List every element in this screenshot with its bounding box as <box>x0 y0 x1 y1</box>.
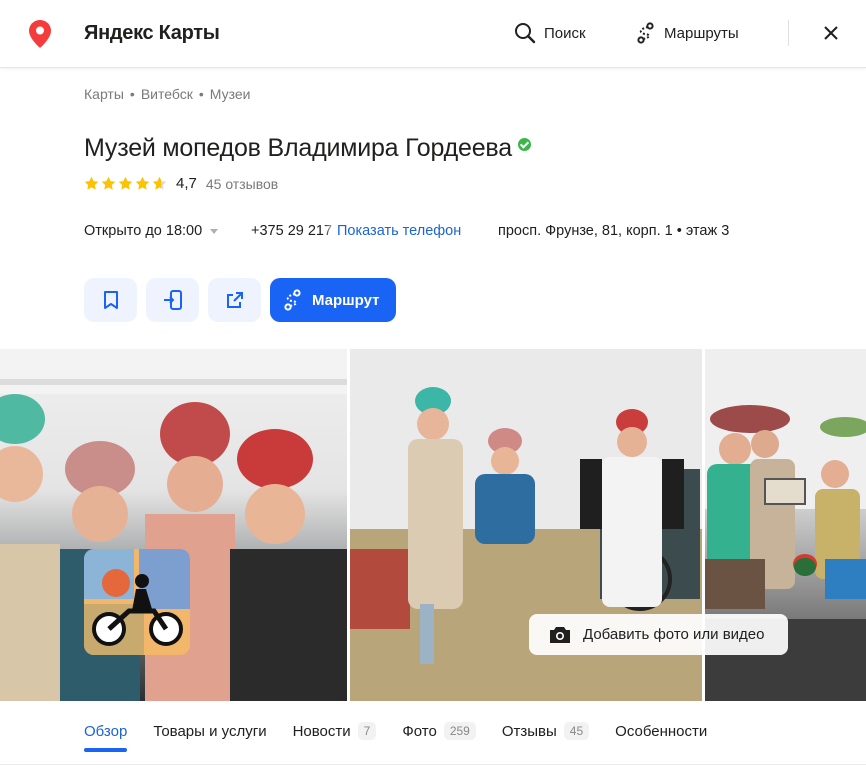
star-icon <box>101 176 116 190</box>
search-label: Поиск <box>544 24 586 42</box>
breadcrumb-item-category[interactable]: Музеи <box>210 86 251 102</box>
tab-label: Товары и услуги <box>153 722 267 740</box>
tab-label: Отзывы <box>501 722 557 740</box>
action-buttons: Маршрут <box>84 278 396 322</box>
tab-label: Обзор <box>84 722 128 740</box>
tab-bar: Обзор Товары и услуги Новости 7 Фото 259… <box>84 717 733 752</box>
search-icon <box>515 23 536 44</box>
app-title[interactable]: Яндекс Карты <box>84 22 220 45</box>
share-button[interactable] <box>208 278 261 322</box>
rating-row[interactable]: 4,7 45 отзывов <box>84 175 278 192</box>
tab-label: Особенности <box>615 722 708 740</box>
map-pin-icon[interactable] <box>28 20 52 48</box>
star-icon <box>118 176 133 190</box>
breadcrumb-separator: • <box>198 86 204 102</box>
share-icon <box>226 292 243 308</box>
rating-value: 4,7 <box>176 175 197 192</box>
bookmark-button[interactable] <box>84 278 137 322</box>
top-header: Яндекс Карты Поиск Маршруты <box>0 0 866 68</box>
reviews-count-link[interactable]: 45 отзывов <box>206 176 278 192</box>
routes-button[interactable]: Маршруты <box>635 20 739 46</box>
send-to-phone-button[interactable] <box>146 278 199 322</box>
tab-reviews[interactable]: Отзывы 45 <box>501 717 590 745</box>
bookmark-icon <box>103 291 118 309</box>
routes-label: Маршруты <box>664 24 739 42</box>
info-row: Открыто до 18:00 +375 29 217 Показать те… <box>84 223 844 243</box>
routes-icon <box>637 22 654 44</box>
verified-badge-icon <box>517 138 531 151</box>
tab-news[interactable]: Новости 7 <box>293 717 377 745</box>
tabs-divider <box>0 764 866 765</box>
tab-label: Новости <box>292 722 351 740</box>
tab-products-services[interactable]: Товары и услуги <box>153 717 266 745</box>
breadcrumb-separator: • <box>129 86 135 102</box>
tab-photos[interactable]: Фото 259 <box>402 717 476 745</box>
add-photo-label: Добавить фото или видео <box>583 626 765 643</box>
search-button[interactable]: Поиск <box>514 20 586 46</box>
phone-number-partial: +375 29 217 <box>251 223 333 239</box>
star-icon <box>84 176 99 190</box>
route-button-label: Маршрут <box>312 291 380 309</box>
tab-count-badge: 45 <box>563 722 590 740</box>
star-icon <box>135 176 150 190</box>
route-button[interactable]: Маршрут <box>270 278 396 322</box>
tab-count-badge: 7 <box>357 722 377 740</box>
tab-features[interactable]: Особенности <box>615 717 707 745</box>
working-hours-text: Открыто до 18:00 <box>84 223 203 239</box>
star-half-icon <box>152 176 167 190</box>
show-phone-link[interactable]: Показать телефон <box>337 223 461 239</box>
page-title: Музей мопедов Владимира Гордеева <box>84 134 512 162</box>
breadcrumb-item-maps[interactable]: Карты <box>84 86 124 102</box>
camera-icon <box>550 626 570 643</box>
send-to-phone-icon <box>163 290 182 310</box>
rating-stars <box>84 176 169 191</box>
breadcrumb: Карты • Витебск • Музеи <box>84 86 250 102</box>
routes-icon <box>284 289 301 311</box>
title-row: Музей мопедов Владимира Гордеева <box>84 134 531 163</box>
working-hours[interactable]: Открыто до 18:00 <box>84 223 219 239</box>
address-text[interactable]: просп. Фрунзе, 81, корп. 1 • этаж 3 <box>498 223 729 239</box>
chevron-down-icon <box>210 228 219 234</box>
add-photo-button[interactable]: Добавить фото или видео <box>529 614 788 655</box>
tab-overview[interactable]: Обзор <box>84 717 128 752</box>
breadcrumb-item-city[interactable]: Витебск <box>141 86 193 102</box>
close-icon[interactable] <box>820 22 842 44</box>
tab-count-badge: 259 <box>443 722 476 740</box>
gallery-photo[interactable] <box>0 349 347 701</box>
phone-block: +375 29 217 Показать телефон <box>251 223 461 239</box>
header-divider <box>788 20 789 46</box>
museum-logo <box>84 549 190 655</box>
tab-label: Фото <box>402 722 437 740</box>
